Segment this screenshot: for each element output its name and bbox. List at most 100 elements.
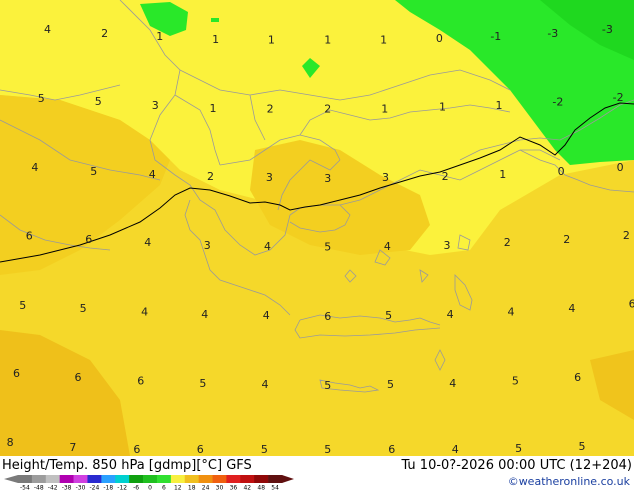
color-legend-swatch [87, 475, 102, 483]
temperature-label: 3 [152, 99, 159, 112]
temperature-label: 1 [499, 168, 506, 181]
color-legend-swatch [198, 475, 213, 483]
color-legend-swatches [4, 475, 294, 483]
temperature-label: 5 [95, 95, 102, 108]
temperature-label: 6 [26, 229, 33, 242]
color-legend-tick: 12 [174, 485, 182, 490]
temperature-label: 1 [439, 101, 446, 114]
temperature-label: 5 [90, 165, 97, 178]
temperature-label: 3 [266, 171, 273, 184]
color-legend-swatch [226, 475, 241, 483]
temperature-label: 5 [80, 302, 87, 315]
map-canvas: 4 2 1 1 1 1 1 0 -1 -3 -3 5 5 3 1 2 2 1 1 1 -2 -2 4 5 4 2 3 3 3 2 1 0 0 6 6… [0, 0, 634, 456]
temperature-label: 1 [156, 30, 163, 43]
temperature-label: 7 [69, 441, 76, 454]
temperature-label: 1 [268, 34, 275, 47]
temperature-label: 2 [504, 236, 511, 249]
temperature-label: 5 [579, 440, 586, 453]
temperature-label: 4 [262, 378, 269, 391]
temperature-label: 2 [324, 103, 331, 116]
temperature-label: 6 [13, 367, 20, 380]
temperature-label: 2 [101, 27, 108, 40]
temperature-label: 4 [149, 168, 156, 181]
color-legend-swatch [268, 475, 283, 483]
temperature-label: 6 [75, 371, 82, 384]
color-legend-tick: -54 [20, 485, 30, 490]
color-legend-tick: -38 [62, 485, 72, 490]
temperature-label: 4 [452, 443, 459, 456]
color-legend: -54 -48 -42 -38 -30 -24 -18 -12 -6 0 6 12 18 24 30 36 42… [4, 475, 294, 490]
color-legend-swatch [59, 475, 74, 483]
color-legend-tick: 42 [243, 485, 251, 490]
temperature-label: 4 [384, 240, 391, 253]
temperature-label: 4 [141, 306, 148, 319]
color-legend-tick: 36 [230, 485, 238, 490]
color-legend-swatch [73, 475, 88, 483]
color-legend-tick: 48 [257, 485, 265, 490]
temperature-label: -3 [602, 23, 613, 36]
color-legend-swatch [212, 475, 227, 483]
temperature-label: 1 [381, 103, 388, 116]
temperature-label: 6 [197, 443, 204, 456]
temperature-label: 5 [38, 92, 45, 105]
temperature-label: 0 [617, 161, 624, 174]
temperature-label: 5 [385, 309, 392, 322]
color-legend-swatch [45, 475, 60, 483]
color-legend-tick: 0 [148, 485, 152, 490]
color-legend-tick: -18 [103, 485, 113, 490]
weather-map: 4 2 1 1 1 1 1 0 -1 -3 -3 5 5 3 1 2 2 1 1 1 -2 -2 4 5 4 2 3 3 3 2 1 0 0 6 6… [0, 0, 634, 456]
temperature-label: 4 [568, 302, 575, 315]
temperature-label: -2 [613, 91, 624, 104]
color-legend-tick: -48 [34, 485, 44, 490]
color-legend-tick: -6 [133, 485, 139, 490]
temperature-label: 1 [212, 33, 219, 46]
temperature-label: 1 [324, 34, 331, 47]
color-legend-arrow-left [4, 475, 18, 483]
temperature-label: 2 [267, 103, 274, 116]
temperature-label: 4 [263, 309, 270, 322]
temperature-label: 2 [623, 229, 630, 242]
temperature-label: 4 [201, 308, 208, 321]
temperature-label: 6 [629, 298, 634, 311]
temperature-label: 3 [444, 239, 451, 252]
temperature-label: 1 [380, 34, 387, 47]
temperature-label: 5 [324, 241, 331, 254]
color-legend-tick: -24 [89, 485, 99, 490]
color-legend-tick: -30 [76, 485, 86, 490]
color-legend-swatch [170, 475, 186, 483]
temperature-label: 3 [382, 171, 389, 184]
temperature-label: 4 [144, 236, 151, 249]
temperature-label: -2 [552, 96, 563, 109]
temperature-label: 1 [210, 102, 217, 115]
credit-link[interactable]: ©weatheronline.co.uk [508, 475, 630, 488]
temperature-label: 5 [199, 377, 206, 390]
temperature-label: 6 [324, 310, 331, 323]
color-legend-swatch [129, 475, 144, 483]
temperature-label: 4 [447, 308, 454, 321]
color-legend-swatch [18, 475, 33, 483]
temperature-label: 2 [563, 233, 570, 246]
temperature-label: 0 [558, 165, 565, 178]
temperature-label: 5 [515, 442, 522, 455]
temperature-label: 1 [496, 99, 503, 112]
temperature-label: -1 [490, 30, 501, 43]
color-legend-swatch [115, 475, 130, 483]
color-legend-swatch [156, 475, 172, 483]
map-valid-time: Tu 10-0?-2026 00:00 UTC (12+204) [401, 458, 632, 473]
temperature-label: 4 [44, 23, 51, 36]
temperature-label: 5 [19, 299, 26, 312]
temperature-label: 4 [449, 377, 456, 390]
temperature-label: 4 [508, 306, 515, 319]
color-legend-swatch [31, 475, 47, 483]
temperature-label: 5 [324, 379, 331, 392]
color-legend-swatch [101, 475, 116, 483]
color-legend-tick: 30 [216, 485, 224, 490]
color-legend-tick: 24 [202, 485, 210, 490]
temperature-label: 6 [133, 443, 140, 456]
temperature-label: 5 [512, 374, 519, 387]
temperature-label: 6 [574, 371, 581, 384]
cold-dot [211, 18, 219, 22]
color-legend-tick: 18 [188, 485, 196, 490]
temperature-label: 5 [261, 443, 268, 456]
color-legend-swatch [143, 475, 158, 483]
